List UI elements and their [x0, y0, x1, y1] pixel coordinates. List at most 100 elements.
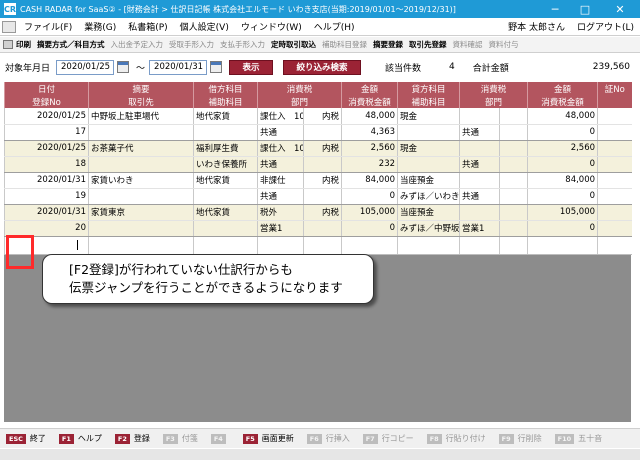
cell-credit-tax-type[interactable]: [499, 140, 528, 157]
new-entry-row[interactable]: [4, 236, 632, 255]
new-cell-debit-tax-type[interactable]: [302, 236, 342, 255]
menu-business[interactable]: 業務(G): [78, 20, 122, 33]
show-button[interactable]: 表示: [229, 59, 274, 75]
date-to-input[interactable]: 2020/01/31: [149, 59, 208, 75]
cell-debit-tax-type[interactable]: 内税: [302, 204, 342, 221]
cell-debit-dept[interactable]: 営業1: [257, 220, 304, 237]
cell-credit-dept[interactable]: 共通: [459, 156, 500, 173]
document-icon[interactable]: [2, 20, 16, 33]
maximize-button[interactable]: □: [570, 0, 600, 18]
menu-window[interactable]: ウィンドウ(W): [235, 20, 308, 33]
cell-debit-dept-extra[interactable]: [302, 124, 342, 141]
minimize-button[interactable]: ─: [540, 0, 570, 18]
cell-debit-dept-extra[interactable]: [302, 220, 342, 237]
cell-credit-tax[interactable]: [459, 140, 500, 157]
cell-credit-dept-extra[interactable]: [499, 124, 528, 141]
menu-personal-settings[interactable]: 個人設定(V): [174, 20, 235, 33]
menu-help[interactable]: ヘルプ(H): [308, 20, 361, 33]
calendar-icon[interactable]: [210, 61, 223, 73]
calendar-icon[interactable]: [117, 61, 130, 73]
cell-credit-tax-amount[interactable]: 0: [527, 124, 598, 141]
cell-debit-dept[interactable]: 共通: [257, 188, 304, 205]
cell-debit-dept-extra[interactable]: [302, 188, 342, 205]
close-button[interactable]: ✕: [600, 0, 640, 18]
cell-credit-amount[interactable]: 105,000: [527, 204, 598, 221]
refine-search-button[interactable]: 絞り込み検索: [283, 59, 362, 75]
cell-credit-amount[interactable]: 48,000: [527, 108, 598, 125]
cell-credit-dept[interactable]: 営業1: [459, 220, 500, 237]
cell-credit-amount[interactable]: 84,000: [527, 172, 598, 189]
toolbar-summary-register[interactable]: 摘要登録: [370, 39, 406, 50]
cell-credit-dept[interactable]: 共通: [459, 188, 500, 205]
cell-debit-tax-amount[interactable]: 4,363: [341, 124, 398, 141]
cell-debit-tax-amount[interactable]: 0: [341, 188, 398, 205]
toolbar-mode-switch[interactable]: 摘要方式／科目方式: [34, 39, 108, 50]
cell-credit-sub[interactable]: みずほ／いわき: [397, 188, 460, 205]
cell-credit-dept-extra[interactable]: [499, 156, 528, 173]
new-cell-voucher-no[interactable]: [597, 236, 632, 255]
cell-debit-amount[interactable]: 105,000: [341, 204, 398, 221]
cell-partner[interactable]: [88, 156, 194, 173]
cell-date[interactable]: 2020/01/31: [4, 172, 89, 189]
cell-debit-tax[interactable]: 税外: [257, 204, 304, 221]
cell-date[interactable]: 2020/01/25: [4, 108, 89, 125]
cell-debit-tax[interactable]: 非課仕: [257, 172, 304, 189]
cell-voucher-no[interactable]: [597, 172, 632, 189]
cell-debit-account[interactable]: 地代家賃: [193, 172, 258, 189]
fkey-esc[interactable]: ESC 終了: [0, 433, 46, 444]
cell-debit-dept[interactable]: 共通: [257, 156, 304, 173]
table-row[interactable]: 18 いわき保養所 共通 232 共通 0: [4, 156, 632, 173]
table-row[interactable]: 2020/01/31 家賃いわき 地代家賃 非課仕 内税 84,000 当座預金…: [4, 172, 632, 189]
table-row[interactable]: 17 共通 4,363 共通 0: [4, 124, 632, 141]
cell-credit-dept-extra[interactable]: [499, 188, 528, 205]
cell-debit-sub[interactable]: [193, 124, 258, 141]
cell-partner[interactable]: [88, 124, 194, 141]
cell-partner[interactable]: [88, 188, 194, 205]
cell-voucher-blank[interactable]: [597, 156, 632, 173]
table-row[interactable]: 2020/01/31 家賃東京 地代家賃 税外 内税 105,000 当座預金 …: [4, 204, 632, 221]
cell-debit-dept[interactable]: 共通: [257, 124, 304, 141]
cell-debit-tax-type[interactable]: 内税: [302, 108, 342, 125]
cell-credit-account[interactable]: 現金: [397, 140, 460, 157]
cell-debit-amount[interactable]: 2,560: [341, 140, 398, 157]
logout-link[interactable]: ログアウト(L): [571, 20, 640, 33]
toolbar-print[interactable]: 印刷: [13, 39, 34, 50]
cell-debit-amount[interactable]: 48,000: [341, 108, 398, 125]
toolbar-partner-register[interactable]: 取引先登録: [406, 39, 450, 50]
cell-credit-sub[interactable]: [397, 156, 460, 173]
new-cell-debit-account[interactable]: [193, 236, 258, 255]
table-row[interactable]: 2020/01/25 お茶菓子代 福利厚生費 課仕入 10% 内税 2,560 …: [4, 140, 632, 157]
cell-date[interactable]: 2020/01/31: [4, 204, 89, 221]
cell-credit-tax-amount[interactable]: 0: [527, 220, 598, 237]
printer-icon[interactable]: [3, 40, 13, 49]
cell-credit-tax[interactable]: [459, 204, 500, 221]
cell-credit-dept[interactable]: 共通: [459, 124, 500, 141]
cell-voucher-blank[interactable]: [597, 220, 632, 237]
cell-credit-account[interactable]: 当座預金: [397, 172, 460, 189]
cell-debit-tax[interactable]: 課仕入 10%: [257, 108, 304, 125]
new-cell-debit-tax[interactable]: [257, 236, 304, 255]
new-cell-debit-amount[interactable]: [341, 236, 398, 255]
table-row[interactable]: 19 共通 0 みずほ／いわき 共通 0: [4, 188, 632, 205]
cell-credit-account[interactable]: 現金: [397, 108, 460, 125]
new-cell-credit-tax-type[interactable]: [499, 236, 528, 255]
cell-debit-tax-amount[interactable]: 0: [341, 220, 398, 237]
cell-summary[interactable]: 家賃東京: [88, 204, 194, 221]
cell-credit-account[interactable]: 当座預金: [397, 204, 460, 221]
cell-voucher-no[interactable]: [597, 140, 632, 157]
cell-summary[interactable]: お茶菓子代: [88, 140, 194, 157]
cell-debit-account[interactable]: 福利厚生費: [193, 140, 258, 157]
cell-debit-tax[interactable]: 課仕入 10%: [257, 140, 304, 157]
cell-debit-tax-type[interactable]: 内税: [302, 140, 342, 157]
date-from-input[interactable]: 2020/01/25: [56, 59, 115, 75]
cell-credit-tax-type[interactable]: [499, 172, 528, 189]
cell-debit-tax-amount[interactable]: 232: [341, 156, 398, 173]
cell-summary[interactable]: 家賃いわき: [88, 172, 194, 189]
cell-date[interactable]: 2020/01/25: [4, 140, 89, 157]
cell-credit-tax-amount[interactable]: 0: [527, 156, 598, 173]
cell-credit-tax[interactable]: [459, 172, 500, 189]
table-row[interactable]: 20 営業1 0 みずほ／中野坂 営業1 0: [4, 220, 632, 237]
cell-credit-tax-type[interactable]: [499, 108, 528, 125]
fkey-f2[interactable]: F2 登録: [109, 433, 150, 444]
cell-debit-tax-type[interactable]: 内税: [302, 172, 342, 189]
